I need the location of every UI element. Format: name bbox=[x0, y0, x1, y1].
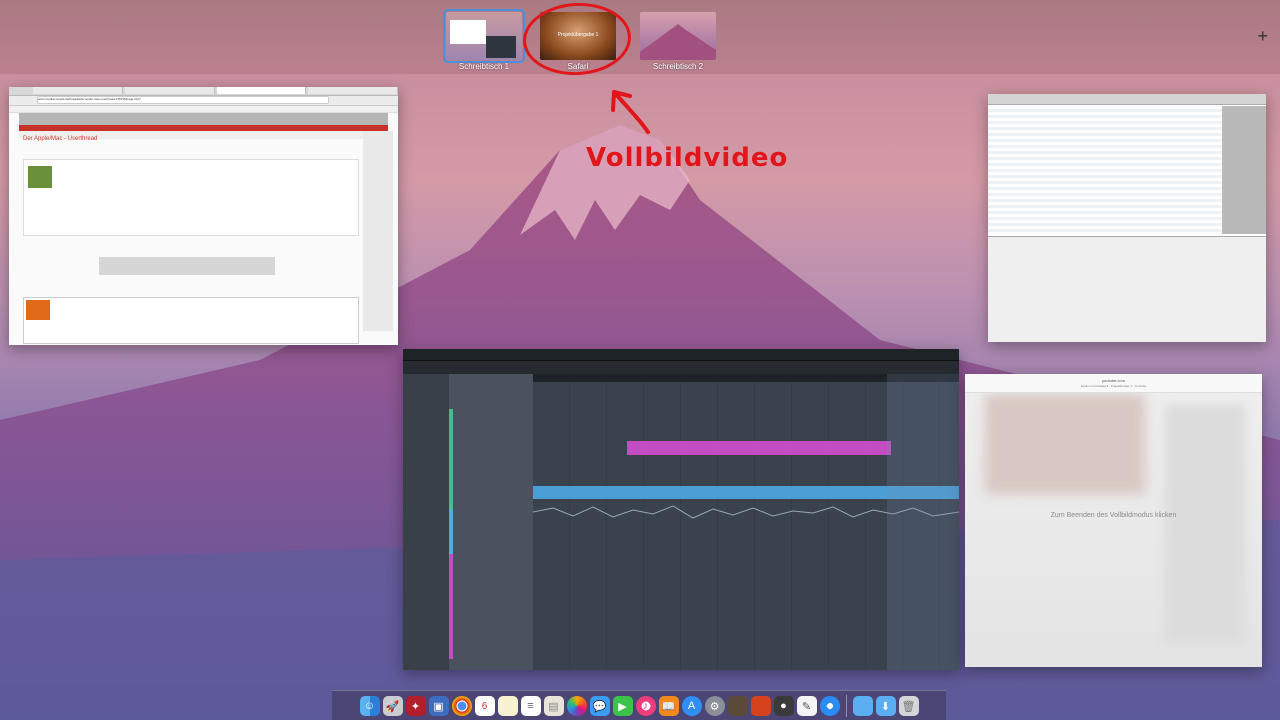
itunes-icon[interactable]: ♪ bbox=[635, 696, 656, 716]
inspector-panel[interactable] bbox=[403, 374, 450, 670]
annotation-text: Vollbildvideo bbox=[586, 143, 789, 173]
notes-icon[interactable] bbox=[497, 696, 518, 716]
finder-icon[interactable]: ☺ bbox=[359, 696, 380, 716]
info-panel bbox=[988, 236, 1266, 342]
address-bar[interactable]: youtube.com bbox=[965, 378, 1262, 383]
reply-editor[interactable] bbox=[23, 297, 359, 344]
launchpad-icon[interactable]: 🚀 bbox=[382, 696, 403, 716]
browser-tabs[interactable] bbox=[9, 87, 398, 96]
chrome-icon[interactable] bbox=[451, 696, 472, 716]
thumbnail-icon[interactable] bbox=[727, 696, 748, 716]
trash-icon[interactable]: 🗑 bbox=[898, 696, 919, 716]
cycle-region bbox=[887, 374, 959, 670]
artwork-column bbox=[1222, 106, 1266, 234]
daw-toolbar[interactable] bbox=[403, 349, 959, 361]
folder-icon[interactable] bbox=[852, 696, 873, 716]
photobooth-icon[interactable] bbox=[750, 696, 771, 716]
exit-fullscreen-hint[interactable]: Zum Beenden des Vollbildmodus klicken bbox=[965, 512, 1262, 519]
garageband-icon[interactable]: ● bbox=[773, 696, 794, 716]
blurred-video-page bbox=[965, 374, 1262, 667]
window-itunes-list[interactable] bbox=[988, 94, 1266, 342]
daw-info-line bbox=[403, 361, 959, 375]
facetime-icon[interactable]: ▶ bbox=[612, 696, 633, 716]
calendar-icon[interactable]: 6 bbox=[474, 696, 495, 716]
bookmarks-bar[interactable] bbox=[9, 106, 398, 113]
track-list[interactable] bbox=[449, 374, 533, 670]
window-toolbar: youtube.com Fusion mit Cubase 8 - Projek… bbox=[965, 374, 1262, 393]
systemprefs-icon[interactable]: ⚙ bbox=[704, 696, 725, 716]
page-title: Der Apple/Mac - Userthread bbox=[23, 136, 98, 142]
space-thumbnail-schreibtisch-1[interactable] bbox=[443, 9, 525, 63]
messages-icon[interactable]: 💬 bbox=[589, 696, 610, 716]
photo-icon[interactable]: ▤ bbox=[543, 696, 564, 716]
site-navigation[interactable] bbox=[19, 113, 388, 125]
window-toolbar bbox=[988, 94, 1266, 105]
ibooks-icon[interactable]: 📖 bbox=[658, 696, 679, 716]
photos-icon[interactable] bbox=[566, 696, 587, 716]
window-safari-forum[interactable]: www.musiker-board.de/threads/der-apple-m… bbox=[9, 87, 398, 345]
avatar bbox=[26, 300, 50, 320]
avatar bbox=[28, 166, 52, 188]
dock: ☺ 🚀 ✦ ▣ 6 ≡ ▤ 💬 ▶ ♪ 📖 A ⚙ ● ✎ ✧ ⬇ 🗑 bbox=[332, 690, 946, 720]
address-bar[interactable]: www.musiker-board.de/threads/der-apple-m… bbox=[37, 96, 329, 104]
midi-clip[interactable] bbox=[627, 441, 891, 455]
mission-control-spaces-bar: Schreibtisch 1 Projektübergabe 1 Safari … bbox=[0, 0, 1280, 74]
page-title: Fusion mit Cubase 8 - Projektfenster 1 -… bbox=[1080, 384, 1147, 388]
desktop: Schreibtisch 1 Projektübergabe 1 Safari … bbox=[0, 0, 1280, 720]
cubase-icon[interactable]: ✦ bbox=[405, 696, 426, 716]
annotation-arrow bbox=[611, 90, 650, 134]
space-label: Schreibtisch 2 bbox=[652, 62, 704, 71]
add-space-button[interactable]: + bbox=[1257, 26, 1268, 47]
reminders-icon[interactable]: ≡ bbox=[520, 696, 541, 716]
downloads-icon[interactable]: ⬇ bbox=[875, 696, 896, 716]
textedit-icon[interactable]: ✎ bbox=[796, 696, 817, 716]
window-youtube-fullscreen[interactable]: youtube.com Fusion mit Cubase 8 - Projek… bbox=[965, 374, 1262, 667]
track-colors bbox=[449, 409, 453, 659]
forum-post bbox=[23, 159, 359, 236]
dock-separator bbox=[845, 695, 847, 717]
preview-icon[interactable]: ▣ bbox=[428, 696, 449, 716]
space-thumbnail-schreibtisch-2[interactable] bbox=[640, 12, 716, 60]
window-cubase-project[interactable] bbox=[403, 349, 959, 670]
ad-strip[interactable] bbox=[99, 257, 275, 275]
safari-icon[interactable]: ✧ bbox=[819, 696, 840, 716]
appstore-icon[interactable]: A bbox=[681, 696, 702, 716]
sidebar bbox=[363, 131, 393, 331]
